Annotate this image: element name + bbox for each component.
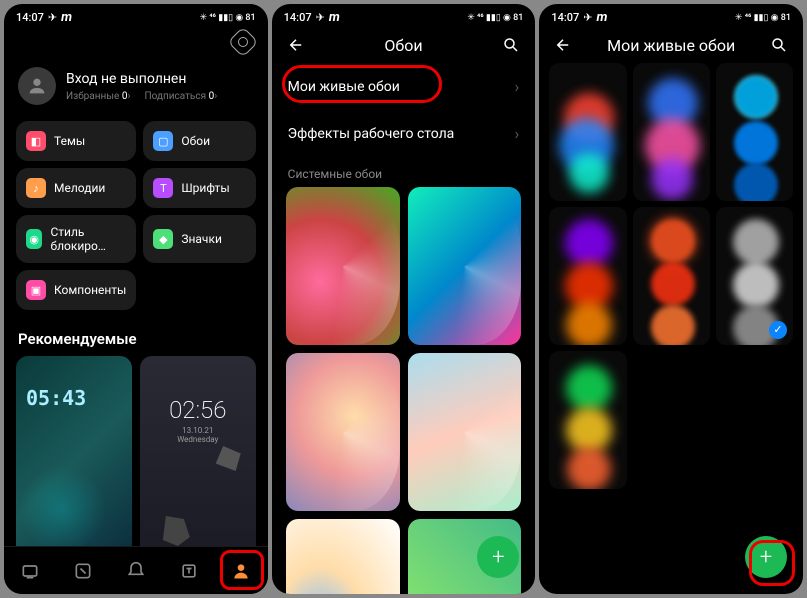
status-bar: 14:07 ✈ m ✳ ⁴⁶ ▮▮▯ ◉ 81 bbox=[272, 4, 536, 27]
live-wallpaper-tile[interactable] bbox=[549, 351, 626, 489]
telegram-icon: ✈ bbox=[583, 11, 592, 24]
status-right: ✳ ⁴⁶ ▮▮▯ ◉ 81 bbox=[735, 13, 791, 23]
page-title: Мои живые обои bbox=[583, 36, 759, 55]
favorites-count[interactable]: Избранные 0› bbox=[66, 91, 130, 102]
app-logo-m: m bbox=[61, 10, 72, 25]
search-icon[interactable] bbox=[769, 35, 789, 55]
login-prompt: Вход не выполнен bbox=[66, 71, 217, 87]
nav-explore[interactable] bbox=[57, 547, 110, 594]
recommended-header: Рекомендуемые bbox=[4, 316, 268, 356]
wallpaper-grid bbox=[272, 187, 536, 594]
status-right: ✳ ⁴⁶ ▮▮▯ ◉ 81 bbox=[467, 13, 523, 23]
status-bar: 14:07 ✈ m ✳ ⁴⁶ ▮▮▯ ◉ 81 bbox=[539, 4, 803, 27]
chevron-right-icon: › bbox=[515, 124, 520, 143]
nav-text[interactable] bbox=[162, 547, 215, 594]
avatar bbox=[18, 67, 56, 105]
telegram-icon: ✈ bbox=[316, 11, 325, 24]
wallpaper-tile[interactable] bbox=[408, 187, 522, 345]
status-right: ✳ ⁴⁶ ▮▮▯ ◉ 81 bbox=[200, 13, 256, 23]
category-themes[interactable]: ◧Темы bbox=[16, 121, 136, 161]
theme-store-home: 14:07 ✈ m ✳ ⁴⁶ ▮▮▯ ◉ 81 Вход не выполнен… bbox=[4, 4, 268, 594]
bottom-nav bbox=[4, 546, 268, 594]
profile-section[interactable]: Вход не выполнен Избранные 0› Подписатьс… bbox=[4, 57, 268, 115]
category-ringtones[interactable]: ♪Мелодии bbox=[16, 168, 136, 208]
wallpaper-tile[interactable] bbox=[408, 353, 522, 511]
live-wallpapers-screen: 14:07 ✈ m ✳ ⁴⁶ ▮▮▯ ◉ 81 Мои живые обои bbox=[539, 4, 803, 594]
app-logo-m: m bbox=[596, 10, 607, 25]
nav-home[interactable] bbox=[4, 547, 57, 594]
live-wallpaper-tile[interactable] bbox=[633, 207, 710, 345]
category-icons[interactable]: ◆Значки bbox=[143, 215, 255, 263]
status-time: 14:07 bbox=[551, 11, 579, 24]
wallpaper-tile[interactable] bbox=[286, 187, 400, 345]
back-icon[interactable] bbox=[553, 35, 573, 55]
theme2-clock: 02:56 bbox=[140, 396, 256, 424]
live-wallpaper-tile[interactable] bbox=[633, 63, 710, 201]
status-bar: 14:07 ✈ m ✳ ⁴⁶ ▮▮▯ ◉ 81 bbox=[4, 4, 268, 27]
row-desktop-effects[interactable]: Эффекты рабочего стола › bbox=[272, 110, 536, 157]
subscriptions-count[interactable]: Подписаться 0› bbox=[144, 91, 217, 102]
selected-check-icon: ✓ bbox=[769, 321, 787, 339]
category-fonts[interactable]: TШрифты bbox=[143, 168, 255, 208]
recommended-theme-1[interactable]: 05:43 bbox=[16, 356, 132, 566]
telegram-icon: ✈ bbox=[48, 11, 57, 24]
nav-profile[interactable] bbox=[215, 547, 268, 594]
category-wallpapers[interactable]: ▢Обои bbox=[143, 121, 255, 161]
category-lockstyle[interactable]: ◉Стиль блокиро… bbox=[16, 215, 136, 263]
search-icon[interactable] bbox=[501, 35, 521, 55]
settings-icon[interactable] bbox=[227, 26, 258, 57]
live-wallpaper-tile[interactable] bbox=[716, 63, 793, 201]
live-wallpaper-tile[interactable] bbox=[549, 207, 626, 345]
category-components[interactable]: ▣Компоненты bbox=[16, 270, 136, 310]
live-wallpaper-grid: ✓ bbox=[539, 63, 803, 489]
status-time: 14:07 bbox=[284, 11, 312, 24]
recommended-theme-2[interactable]: 02:56 13.10.21Wednesday bbox=[140, 356, 256, 566]
row-my-live-wallpapers[interactable]: Мои живые обои › bbox=[272, 63, 536, 110]
wallpaper-tile[interactable] bbox=[286, 519, 400, 594]
theme1-clock: 05:43 bbox=[26, 386, 86, 410]
live-wallpaper-tile[interactable]: ✓ bbox=[716, 207, 793, 345]
category-grid: ◧Темы ▢Обои ♪Мелодии TШрифты ◉Стиль блок… bbox=[4, 115, 268, 316]
wallpapers-screen: 14:07 ✈ m ✳ ⁴⁶ ▮▮▯ ◉ 81 Обои Мои живые о… bbox=[272, 4, 536, 594]
live-wallpaper-tile[interactable] bbox=[549, 63, 626, 201]
nav-notifications[interactable] bbox=[109, 547, 162, 594]
add-fab[interactable]: + bbox=[745, 536, 787, 578]
wallpaper-tile[interactable] bbox=[286, 353, 400, 511]
status-time: 14:07 bbox=[16, 11, 44, 24]
chevron-right-icon: › bbox=[515, 77, 520, 96]
back-icon[interactable] bbox=[286, 35, 306, 55]
app-logo-m: m bbox=[329, 10, 340, 25]
page-title: Обои bbox=[316, 36, 492, 55]
system-wallpapers-header: Системные обои bbox=[272, 157, 536, 187]
